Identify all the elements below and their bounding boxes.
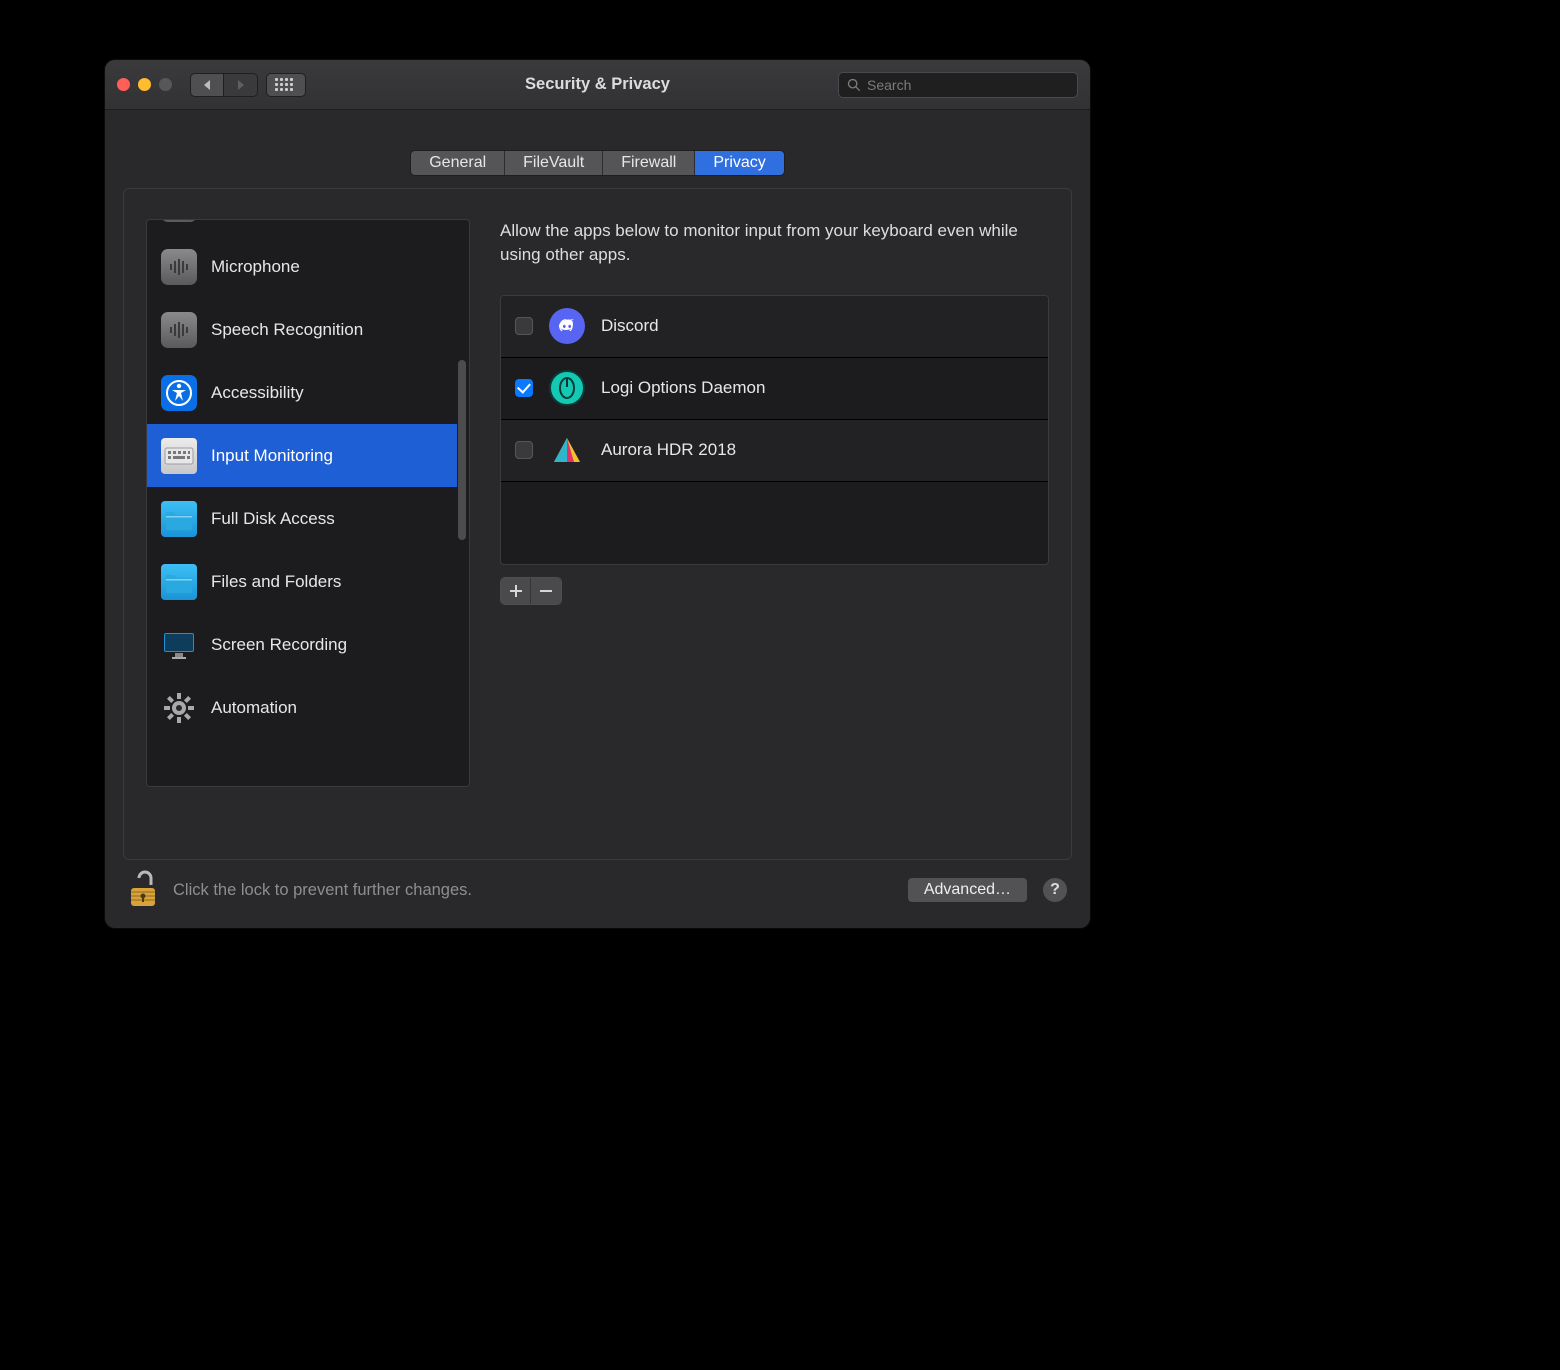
category-input-monitoring[interactable]: Input Monitoring: [147, 424, 457, 487]
category-label: Input Monitoring: [211, 446, 333, 466]
app-label: Discord: [601, 316, 659, 336]
advanced-button[interactable]: Advanced…: [907, 877, 1028, 903]
category-automation[interactable]: Automation: [147, 676, 457, 739]
category-camera[interactable]: Camera: [147, 219, 457, 235]
tab-filevault[interactable]: FileVault: [505, 151, 603, 175]
add-remove-buttons: [500, 577, 562, 605]
category-label: Microphone: [211, 257, 300, 277]
folder-icon: [161, 501, 197, 537]
titlebar: Security & Privacy: [105, 60, 1090, 110]
nav-buttons: [190, 73, 258, 97]
app-label: Logi Options Daemon: [601, 378, 765, 398]
tab-bar: General FileVault Firewall Privacy: [105, 150, 1090, 176]
app-row-discord[interactable]: Discord: [501, 296, 1048, 358]
plus-icon: [510, 585, 522, 597]
lock-icon[interactable]: [127, 870, 159, 910]
minus-icon: [540, 585, 552, 597]
remove-button[interactable]: [531, 578, 561, 604]
window-controls: [117, 78, 172, 91]
search-input[interactable]: [867, 77, 1069, 93]
preferences-window: Security & Privacy General FileVault Fir…: [105, 60, 1090, 928]
scrollbar-thumb[interactable]: [458, 360, 466, 540]
app-list: Discord Logi Options Daemon: [500, 295, 1049, 565]
app-checkbox[interactable]: [515, 379, 533, 397]
category-microphone[interactable]: Microphone: [147, 235, 457, 298]
discord-icon: [549, 308, 585, 344]
app-checkbox[interactable]: [515, 441, 533, 459]
minimize-button[interactable]: [138, 78, 151, 91]
app-row-logi[interactable]: Logi Options Daemon: [501, 358, 1048, 420]
app-label: Aurora HDR 2018: [601, 440, 736, 460]
scrollbar[interactable]: [458, 360, 468, 700]
footer: Click the lock to prevent further change…: [105, 860, 1090, 910]
detail-pane: Allow the apps below to monitor input fr…: [500, 219, 1049, 837]
app-row-aurora[interactable]: Aurora HDR 2018: [501, 420, 1048, 482]
category-speech[interactable]: Speech Recognition: [147, 298, 457, 361]
add-button[interactable]: [501, 578, 531, 604]
content-frame: Camera Microphone Speech Recognition: [123, 188, 1072, 860]
folder-icon: [161, 564, 197, 600]
back-button[interactable]: [190, 73, 224, 97]
lock-text: Click the lock to prevent further change…: [173, 881, 893, 900]
accessibility-icon: [161, 375, 197, 411]
keyboard-icon: [161, 438, 197, 474]
tab-privacy[interactable]: Privacy: [695, 151, 783, 175]
window-body: General FileVault Firewall Privacy Camer…: [105, 110, 1090, 928]
category-screen-recording[interactable]: Screen Recording: [147, 613, 457, 676]
tab-general[interactable]: General: [411, 151, 505, 175]
category-accessibility[interactable]: Accessibility: [147, 361, 457, 424]
app-checkbox[interactable]: [515, 317, 533, 335]
show-all-button[interactable]: [266, 73, 306, 97]
category-label: Speech Recognition: [211, 320, 363, 340]
logi-icon: [549, 370, 585, 406]
category-label: Accessibility: [211, 383, 304, 403]
speech-icon: [161, 312, 197, 348]
category-list[interactable]: Camera Microphone Speech Recognition: [146, 219, 470, 787]
microphone-icon: [161, 249, 197, 285]
search-icon: [847, 78, 861, 92]
category-label: Full Disk Access: [211, 509, 335, 529]
category-label: Automation: [211, 698, 297, 718]
category-label: Files and Folders: [211, 572, 341, 592]
category-label: Screen Recording: [211, 635, 347, 655]
category-full-disk[interactable]: Full Disk Access: [147, 487, 457, 550]
close-button[interactable]: [117, 78, 130, 91]
help-button[interactable]: ?: [1042, 877, 1068, 903]
grid-icon: [275, 78, 297, 92]
category-files-folders[interactable]: Files and Folders: [147, 550, 457, 613]
description-text: Allow the apps below to monitor input fr…: [500, 219, 1049, 267]
zoom-button[interactable]: [159, 78, 172, 91]
aurora-icon: [549, 432, 585, 468]
search-field[interactable]: [838, 72, 1078, 98]
gear-icon: [161, 690, 197, 726]
tab-firewall[interactable]: Firewall: [603, 151, 695, 175]
forward-button[interactable]: [224, 73, 258, 97]
display-icon: [161, 627, 197, 663]
camera-icon: [161, 219, 197, 222]
